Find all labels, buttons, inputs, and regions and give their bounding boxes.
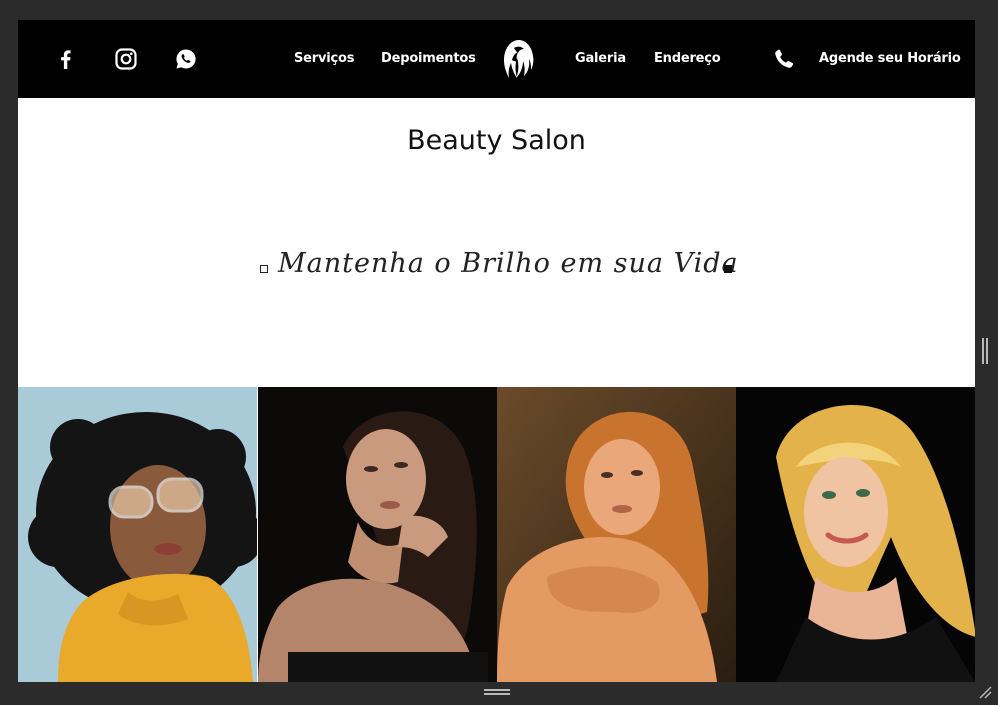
curly-hair-woman-photo — [18, 387, 257, 682]
whatsapp-icon[interactable] — [175, 48, 197, 70]
tagline-text: Mantenha o Brilho em sua Vida — [278, 248, 739, 279]
resize-grip-icon[interactable] — [484, 689, 510, 696]
dark-hair-woman-photo — [258, 387, 497, 682]
nav-link-galeria[interactable]: Galeria — [575, 51, 626, 66]
nav-link-depoimentos[interactable]: Depoimentos — [381, 51, 476, 66]
carousel-next-square-icon[interactable] — [724, 265, 732, 273]
nav-link-servicos[interactable]: Serviços — [294, 51, 354, 66]
salon-logo-icon[interactable] — [500, 38, 538, 80]
nav-link-endereco[interactable]: Endereço — [654, 51, 721, 66]
phone-icon[interactable] — [773, 48, 795, 70]
photo-gallery — [18, 387, 975, 682]
tagline-row: Mantenha o Brilho em sua Vida — [18, 248, 975, 288]
page-title: Beauty Salon — [407, 125, 586, 156]
top-navbar: Serviços Depoimentos Galeria Endereço Ag… — [18, 20, 975, 98]
blonde-woman-photo — [736, 387, 975, 682]
sunset-hair-woman-photo — [497, 387, 736, 682]
instagram-icon[interactable] — [115, 48, 137, 70]
carousel-prev-square-icon[interactable] — [260, 265, 268, 273]
page-viewport: Serviços Depoimentos Galeria Endereço Ag… — [18, 20, 975, 682]
corner-resize-icon[interactable] — [978, 685, 992, 699]
side-resize-handle-icon[interactable] — [982, 338, 989, 364]
facebook-icon[interactable] — [55, 48, 77, 70]
schedule-appointment-link[interactable]: Agende seu Horário — [819, 51, 961, 66]
window-frame-top — [0, 0, 998, 20]
